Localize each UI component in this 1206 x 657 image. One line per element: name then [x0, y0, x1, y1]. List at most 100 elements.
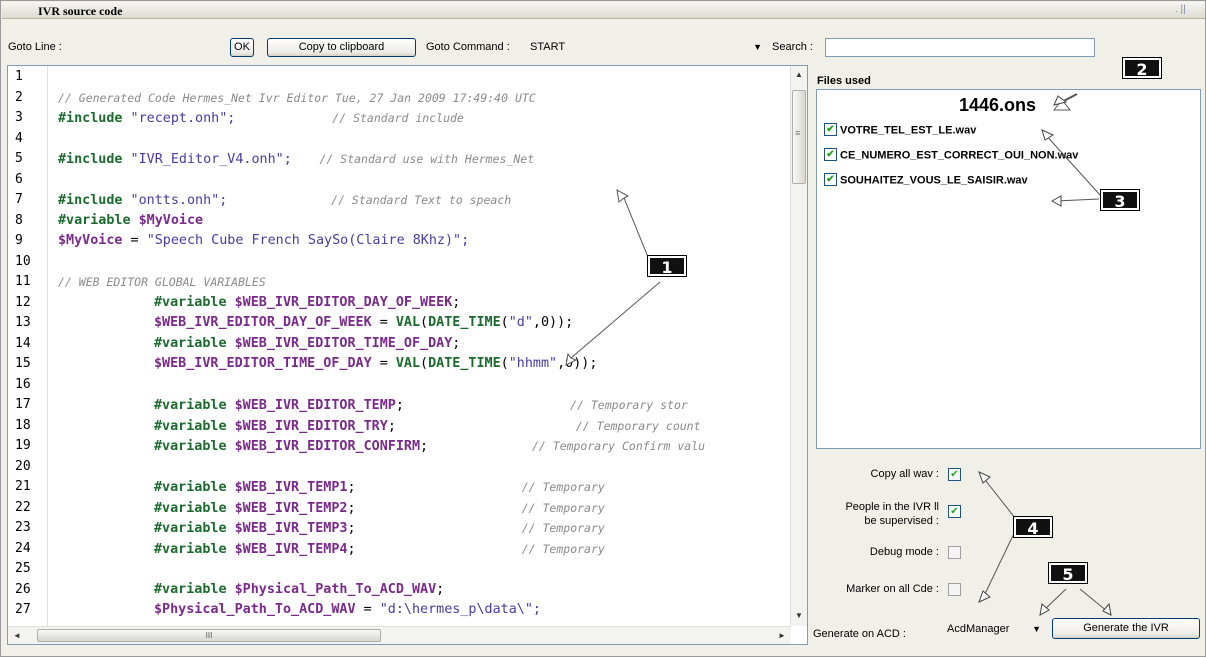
code-token: #variable [154, 480, 227, 495]
code-token: ( [500, 315, 509, 330]
acd-select[interactable]: AcdManager ▼ [942, 620, 1046, 639]
copy-to-clipboard-button[interactable]: Copy to clipboard [267, 38, 416, 57]
vertical-scrollbar[interactable]: ▲ ≡ ▼ [790, 66, 807, 626]
code-token: ; [420, 439, 429, 454]
code-token: "Speech Cube French SaySo(Claire 8Khz)"; [146, 233, 470, 248]
code-line[interactable]: #variable $WEB_IVR_TEMP4; // Temporary [154, 539, 605, 560]
line-number: 4 [15, 130, 23, 146]
generate-on-acd-label: Generate on ACD : [813, 628, 906, 640]
code-token: = [371, 315, 396, 330]
search-input[interactable] [825, 38, 1095, 57]
line-number: 10 [15, 253, 31, 269]
code-token: // Temporary Confirm valu [428, 439, 706, 453]
file-name: VOTRE_TEL_EST_LE.wav [840, 124, 977, 137]
code-line[interactable]: $Physical_Path_To_ACD_WAV = "d:\hermes_p… [154, 600, 541, 621]
code-token: // Temporary count [395, 418, 701, 433]
chevron-down-icon[interactable]: ▼ [1032, 624, 1041, 634]
files-used-list[interactable] [816, 89, 1201, 449]
code-token: // Standard include [235, 111, 464, 125]
code-token: ,0)); [557, 356, 598, 371]
line-number: 1 [15, 69, 23, 84]
debug-mode-checkbox[interactable] [948, 546, 961, 559]
code-token: // Temporary [355, 521, 605, 535]
code-token: ( [500, 356, 509, 371]
line-number: 12 [15, 294, 31, 310]
ok-button[interactable]: OK [230, 38, 254, 57]
horizontal-scroll-thumb[interactable]: III [37, 629, 381, 642]
line-number: 14 [15, 335, 31, 351]
file-name: CE_NUMERO_EST_CORRECT_OUI_NON.wav [840, 149, 1079, 162]
file-checkbox-2[interactable]: ✔ [824, 173, 837, 186]
supervised-label-line2: be supervised : [864, 515, 939, 527]
line-number: 23 [15, 520, 31, 535]
line-number: 15 [15, 356, 31, 371]
callout-1: 1 [647, 255, 687, 277]
grip-icon: ≡ [795, 128, 801, 138]
toolbar: Goto Line : OK Copy to clipboard Goto Co… [2, 20, 1205, 66]
code-line[interactable]: #variable $WEB_IVR_TEMP2; // Temporary [154, 498, 605, 519]
file-checkbox-1[interactable]: ✔ [824, 148, 837, 161]
code-line[interactable]: $WEB_IVR_EDITOR_TIME_OF_DAY = VAL(DATE_T… [154, 354, 597, 375]
code-line[interactable]: #variable $WEB_IVR_TEMP1; // Temporary [154, 477, 605, 498]
line-number: 17 [15, 397, 31, 412]
code-line[interactable]: #variable $WEB_IVR_EDITOR_CONFIRM; // Te… [154, 436, 705, 457]
code-token: ; [395, 398, 404, 413]
code-token: $WEB_IVR_EDITOR_CONFIRM [226, 439, 421, 454]
code-token: #variable [154, 581, 227, 597]
copy-all-wav-label: Copy all wav : [870, 468, 939, 480]
goto-command-select[interactable]: START ▼ [525, 38, 767, 57]
code-token: $Physical_Path_To_ACD_WAV [226, 581, 437, 597]
line-number: 6 [15, 171, 23, 187]
scroll-up-icon[interactable]: ▲ [795, 70, 803, 79]
code-line[interactable]: $MyVoice = "Speech Cube French SaySo(Cla… [58, 231, 469, 252]
code-line[interactable]: // WEB EDITOR GLOBAL VARIABLES [58, 272, 266, 293]
code-line[interactable]: #include "recept.onh"; // Standard inclu… [58, 108, 464, 129]
code-token: "recept.onh"; [122, 111, 236, 126]
scroll-right-icon[interactable]: ► [778, 631, 786, 640]
file-item[interactable]: ✔ CE_NUMERO_EST_CORRECT_OUI_NON.wav [824, 148, 1079, 165]
code-token: $WEB_IVR_EDITOR_TIME_OF_DAY [226, 335, 453, 351]
code-line[interactable]: #variable $WEB_IVR_EDITOR_DAY_OF_WEEK; [154, 293, 460, 314]
file-item[interactable]: ✔ VOTRE_TEL_EST_LE.wav [824, 123, 977, 140]
line-number: 5 [15, 151, 23, 166]
code-line[interactable]: #variable $WEB_IVR_TEMP3; // Temporary [154, 518, 605, 539]
scroll-left-icon[interactable]: ◄ [13, 631, 21, 640]
copy-all-wav-checkbox[interactable]: ✔ [948, 468, 961, 481]
window-controls[interactable]: . || [1175, 4, 1186, 15]
code-line[interactable]: #variable $WEB_IVR_EDITOR_TRY; // Tempor… [154, 416, 701, 437]
supervised-label-line1: People in the IVR ll [845, 501, 939, 513]
code-token: ( [420, 315, 429, 330]
code-line[interactable]: $WEB_IVR_EDITOR_DAY_OF_WEEK = VAL(DATE_T… [154, 313, 573, 334]
code-token: // Temporary [355, 480, 605, 494]
line-number: 18 [15, 417, 31, 433]
marker-checkbox[interactable] [948, 583, 961, 596]
horizontal-scrollbar[interactable]: ◄ III ► [8, 626, 791, 644]
code-token: ; [347, 541, 356, 557]
code-area[interactable]: // Generated Code Hermes_Net Ivr Editor … [48, 66, 790, 626]
callout-5: 5 [1048, 562, 1088, 584]
scroll-down-icon[interactable]: ▼ [795, 611, 803, 620]
code-token: DATE_TIME [428, 315, 501, 330]
code-editor[interactable]: 1 2 3 4 5 6 7 8 9 10 11 12 13 14 15 16 17 18 19 20 21 22 23 24 2… [7, 65, 808, 645]
supervised-checkbox[interactable]: ✔ [948, 505, 961, 518]
code-token: #include [58, 111, 123, 126]
line-number: 3 [15, 110, 23, 125]
file-checkbox-0[interactable]: ✔ [824, 123, 837, 136]
code-line[interactable]: #variable $MyVoice [58, 211, 203, 232]
generate-ivr-button[interactable]: Generate the IVR [1052, 618, 1200, 639]
code-line[interactable]: #variable $Physical_Path_To_ACD_WAV; [154, 580, 444, 601]
file-name: SOUHAITEZ_VOUS_LE_SAISIR.wav [840, 174, 1028, 187]
code-line[interactable]: #include "IVR_Editor_V4.onh"; // Standar… [58, 149, 534, 170]
code-line[interactable]: // Generated Code Hermes_Net Ivr Editor … [58, 88, 536, 109]
code-token: ; [387, 418, 396, 434]
code-token: ; [436, 581, 445, 597]
debug-mode-label: Debug mode : [869, 546, 939, 558]
code-token: $WEB_IVR_EDITOR_TEMP [226, 398, 396, 413]
code-line[interactable]: #include "ontts.onh"; // Standard Text t… [58, 190, 511, 211]
code-line[interactable]: #variable $WEB_IVR_EDITOR_TIME_OF_DAY; [154, 334, 460, 355]
file-item[interactable]: ✔ SOUHAITEZ_VOUS_LE_SAISIR.wav [824, 173, 1028, 190]
code-token: $WEB_IVR_TEMP1 [226, 480, 348, 495]
goto-line-input[interactable] [77, 38, 225, 57]
code-line[interactable]: #variable $WEB_IVR_EDITOR_TEMP; // Tempo… [154, 395, 688, 416]
chevron-down-icon[interactable]: ▼ [753, 42, 762, 52]
